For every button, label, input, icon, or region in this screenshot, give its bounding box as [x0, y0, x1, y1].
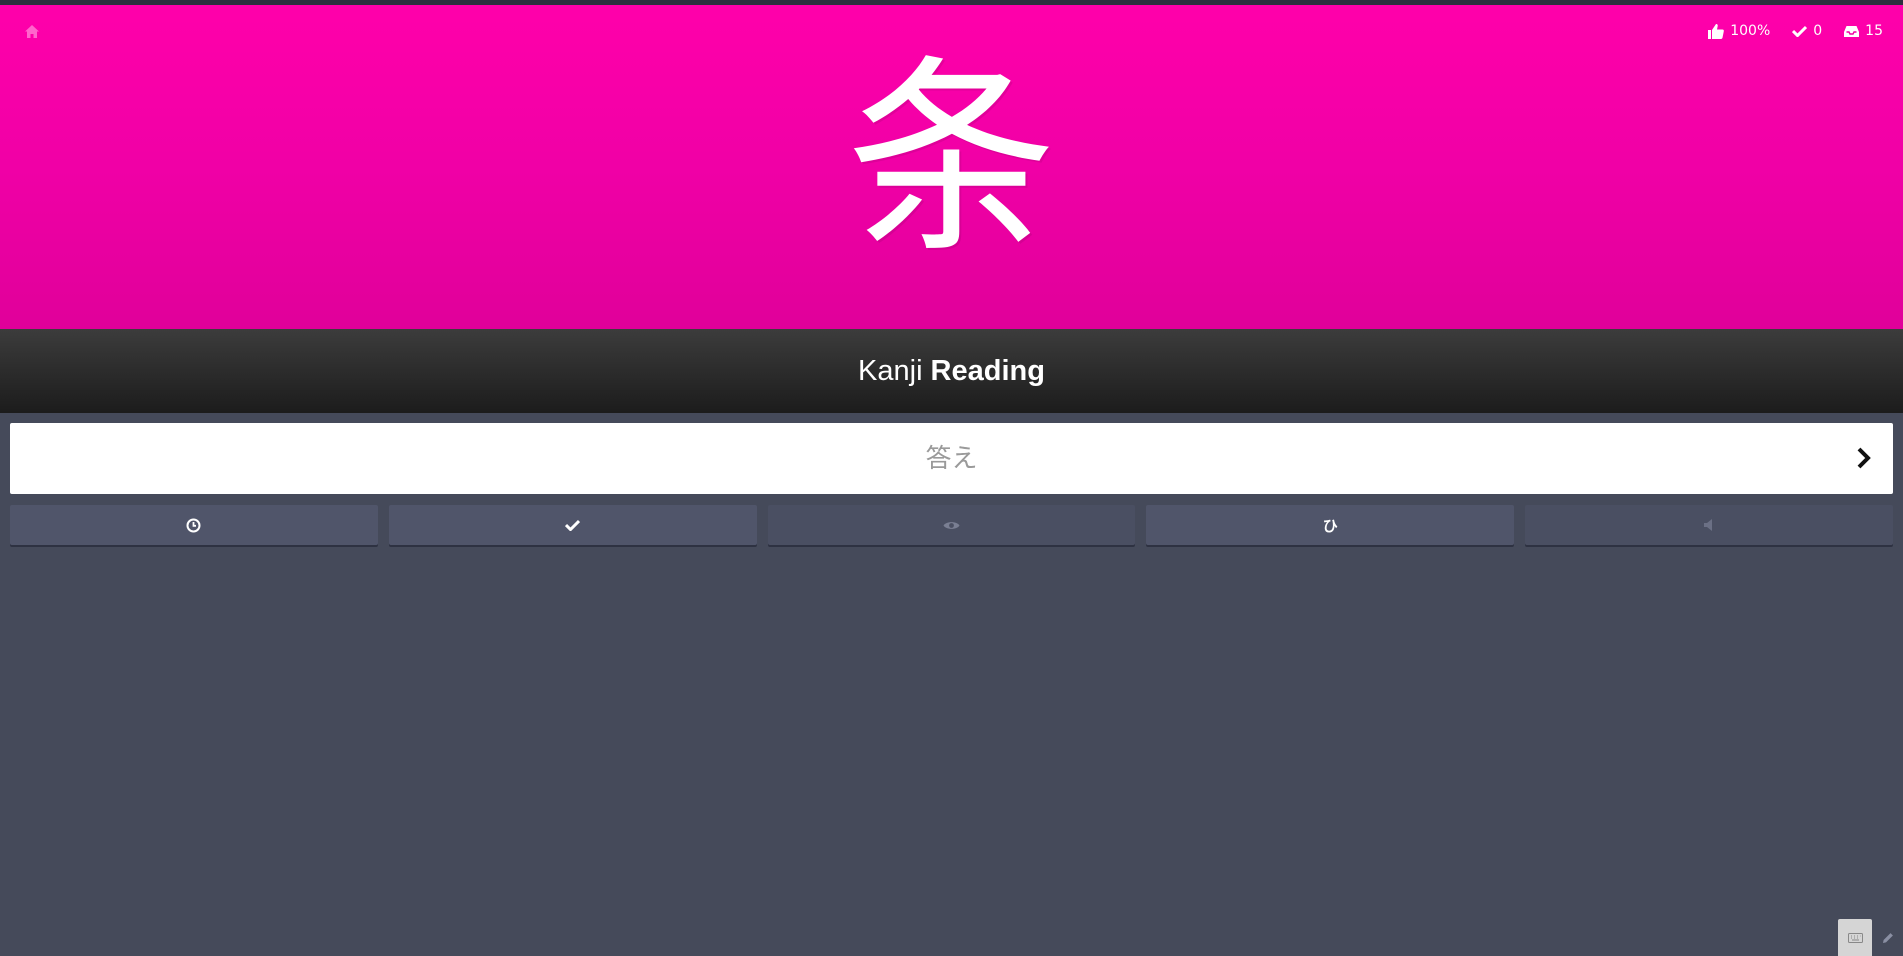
answer-input[interactable]: [10, 423, 1893, 494]
submit-answer-button[interactable]: [1849, 443, 1879, 473]
additional-content-bar: ひ: [10, 505, 1893, 545]
character-banner: 100% 0 15 条: [0, 5, 1903, 329]
volume-icon: [1704, 519, 1713, 531]
pencil-icon: [1883, 933, 1893, 943]
edit-button[interactable]: [1878, 928, 1898, 948]
keyboard-icon: [1847, 932, 1863, 943]
answer-form: [10, 423, 1893, 494]
item-info-button[interactable]: [767, 505, 1136, 545]
clock-icon: [186, 518, 201, 532]
kanji-character: 条: [846, 37, 1057, 282]
question-mode-label: Reading: [930, 354, 1045, 387]
kana-chart-label: ひ: [1322, 516, 1338, 535]
chevron-right-icon: [1857, 447, 1871, 469]
last-items-button[interactable]: [388, 505, 757, 545]
item-type-label: Kanji: [858, 354, 923, 387]
keyboard-toggle-button[interactable]: [1838, 919, 1872, 956]
timer-button[interactable]: [10, 505, 378, 545]
kana-chart-button[interactable]: ひ: [1146, 505, 1515, 545]
eye-icon: [943, 521, 960, 529]
question-type-bar: Kanji Reading: [0, 329, 1903, 413]
audio-button[interactable]: [1525, 505, 1893, 545]
checkmark-icon: [565, 519, 581, 531]
